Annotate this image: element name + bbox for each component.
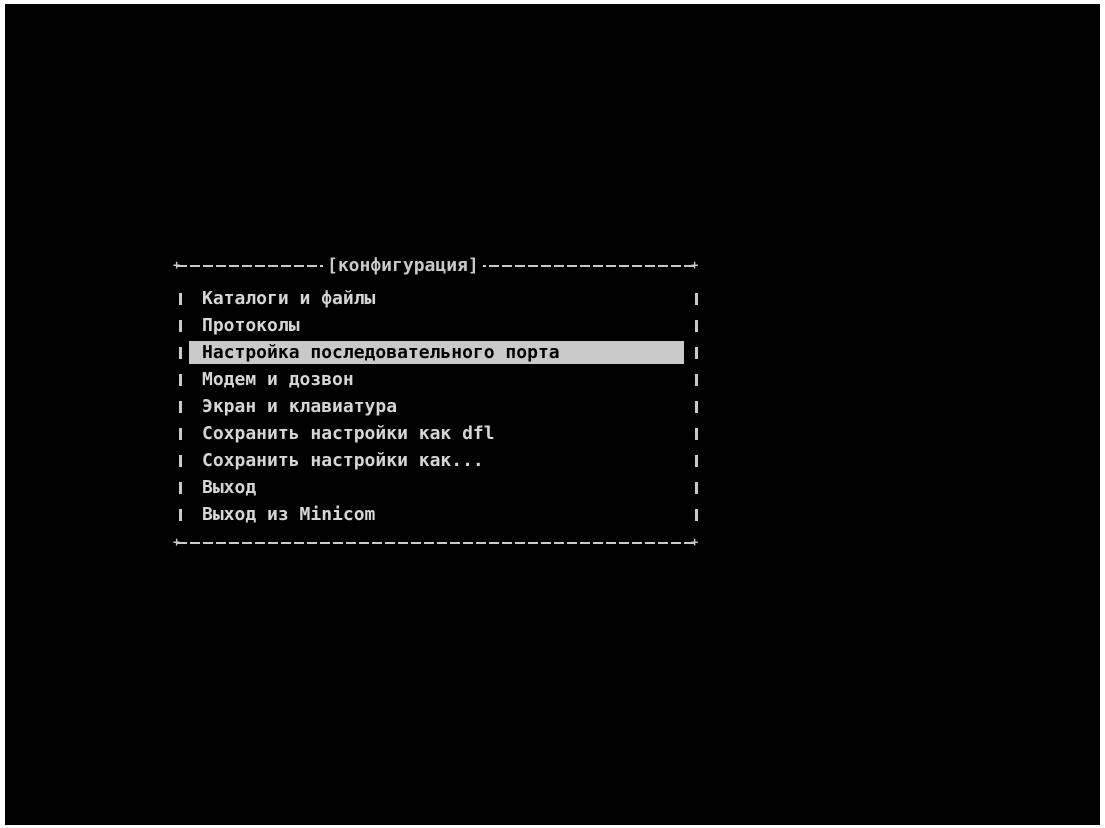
right-border-tick: [695, 428, 698, 440]
menu-title: [конфигурация]: [323, 254, 483, 278]
left-border-tick: [179, 293, 182, 305]
menu-item-label: Модем и дозвон: [202, 369, 354, 390]
menu-item-save-setup-dfl[interactable]: Сохранить настройки как dfl: [177, 420, 698, 447]
left-border-tick: [179, 320, 182, 332]
menu-item-label: Экран и клавиатура: [202, 396, 398, 417]
right-border-tick: [695, 482, 698, 494]
left-border-tick: [179, 482, 182, 494]
menu-item-label: Выход: [202, 477, 257, 498]
right-border-tick: [695, 320, 698, 332]
menu-item-label: Сохранить настройки как...: [202, 450, 484, 471]
corner-bottom-right: +: [691, 535, 699, 549]
menu-item-screen-keyboard[interactable]: Экран и клавиатура: [177, 393, 698, 420]
right-border-tick: [695, 401, 698, 413]
menu-item-protocols[interactable]: Протоколы: [177, 312, 698, 339]
right-border-tick: [695, 509, 698, 521]
menu-item-exit-minicom[interactable]: Выход из Minicom: [177, 501, 698, 528]
menu-item-directories-files[interactable]: Каталоги и файлы: [177, 285, 698, 312]
right-border-tick: [695, 374, 698, 386]
menu-item-serial-port-setup[interactable]: Настройка последовательного порта: [177, 339, 698, 366]
right-border-tick: [695, 293, 698, 305]
terminal-screen: + + + + [конфигурация] Каталоги и файлы …: [5, 4, 1100, 825]
config-menu-box: + + + + [конфигурация] Каталоги и файлы …: [173, 254, 707, 549]
menu-item-modem-dialing[interactable]: Модем и дозвон: [177, 366, 698, 393]
left-border-tick: [179, 455, 182, 467]
right-border-tick: [695, 347, 698, 359]
menu-item-exit[interactable]: Выход: [177, 474, 698, 501]
menu-item-label: Настройка последовательного порта: [202, 342, 560, 363]
menu-item-label: Выход из Minicom: [202, 504, 376, 525]
menu-item-label: Каталоги и файлы: [202, 288, 376, 309]
corner-bottom-left: +: [173, 535, 181, 549]
menu-item-label: Протоколы: [202, 315, 300, 336]
left-border-tick: [179, 347, 182, 359]
left-border-tick: [179, 509, 182, 521]
corner-top-left: +: [173, 258, 181, 272]
left-border-tick: [179, 401, 182, 413]
menu-items: Каталоги и файлы Протоколы Настройка пос…: [177, 285, 698, 528]
menu-bottom-border: [177, 542, 695, 544]
left-border-tick: [179, 374, 182, 386]
menu-item-label: Сохранить настройки как dfl: [202, 423, 495, 444]
corner-top-right: +: [691, 258, 699, 272]
left-border-tick: [179, 428, 182, 440]
right-border-tick: [695, 455, 698, 467]
menu-item-save-setup-as[interactable]: Сохранить настройки как...: [177, 447, 698, 474]
